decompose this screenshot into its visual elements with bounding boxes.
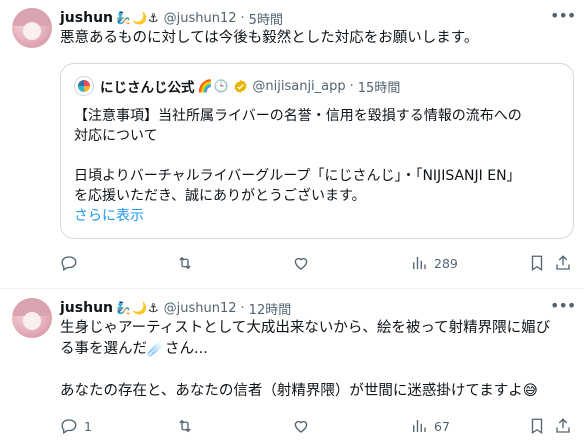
bookmark-button[interactable] — [528, 253, 546, 273]
quoted-author-avatar — [74, 76, 94, 96]
author-name-emojis: 🧞🌙⚓ — [116, 11, 160, 25]
share-icon — [556, 418, 570, 433]
quoted-text-line: 日頃よりバーチャルライバーグループ「にじさんじ」・「NIJISANJI EN」 — [74, 168, 521, 184]
author-name[interactable]: jushun — [60, 300, 113, 316]
quoted-text-line: 【注意事項】当社所属ライバーの名誉・信用を毀損する情報の流布への — [74, 108, 522, 124]
quoted-tweet[interactable]: にじさんじ公式 🌈🕒 @nijisanji_app · 15時間 【注意事項】当… — [60, 63, 574, 239]
show-more-link[interactable]: さらに表示 — [74, 206, 566, 226]
views-icon — [413, 420, 426, 432]
quoted-text-line: 対応について — [74, 128, 158, 144]
more-options-icon[interactable]: ••• — [550, 298, 576, 316]
views-button[interactable]: 289 — [410, 253, 458, 273]
quoted-author-name: にじさんじ公式 — [100, 80, 195, 96]
like-icon — [294, 420, 308, 433]
author-name[interactable]: jushun — [60, 10, 113, 26]
bookmark-button[interactable] — [528, 416, 546, 436]
views-count: 289 — [434, 255, 458, 271]
tweet-header: jushun 🧞🌙⚓ @jushun12 · 12時間 — [60, 298, 291, 318]
reply-button[interactable]: 1 — [60, 416, 92, 436]
retweet-icon — [179, 256, 191, 270]
like-button[interactable] — [292, 416, 316, 436]
quoted-text-line: を応援いただき、誠にありがとうございます。 — [74, 188, 366, 204]
tweet-text: 悪意あるものに対しては今後も毅然とした対応をお願いします。 — [60, 30, 479, 46]
reply-icon — [61, 419, 77, 434]
views-count: 67 — [434, 418, 450, 434]
author-handle[interactable]: @jushun12 — [164, 301, 237, 316]
more-options-icon[interactable]: ••• — [550, 8, 576, 26]
timestamp[interactable]: 12時間 — [249, 299, 292, 318]
tweet-actions: 1 67 — [60, 416, 574, 436]
reply-icon — [61, 256, 77, 271]
tweet[interactable]: jushun 🧞🌙⚓ @jushun12 · 12時間 ••• 生身じゃアーティ… — [0, 290, 584, 448]
author-name-emojis: 🧞🌙⚓ — [116, 301, 160, 315]
views-icon — [413, 257, 426, 269]
retweet-button[interactable] — [176, 253, 200, 273]
separator-dot: · — [240, 10, 245, 26]
quoted-timestamp: 15時間 — [357, 80, 401, 96]
retweet-button[interactable] — [176, 416, 200, 436]
bookmark-icon — [531, 255, 543, 272]
verified-badge-icon — [234, 79, 247, 93]
tweet-text-blank-line — [60, 360, 574, 381]
views-button[interactable]: 67 — [410, 416, 450, 436]
tweet-text-line: る事を選んだ☄️さん... — [60, 341, 208, 357]
tweet-text: 生身じゃアーティストとして大成出来ないから、絵を被って射精界隈に媚び る事を選ん… — [60, 318, 574, 402]
quoted-text-blank-line — [74, 146, 566, 166]
reply-count: 1 — [84, 418, 92, 434]
retweet-icon — [179, 419, 191, 433]
quoted-author-handle: @nijisanji_app — [252, 78, 346, 94]
like-button[interactable] — [292, 253, 316, 273]
like-icon — [294, 257, 308, 270]
tweet-text-line: あなたの存在と、あなたの信者（射精界隈）が世間に迷惑掛けてますよ😅 — [60, 383, 538, 399]
separator-dot: · — [240, 300, 245, 316]
separator-dot: · — [349, 78, 354, 94]
tweet[interactable]: jushun 🧞🌙⚓ @jushun12 · 5時間 ••• 悪意あるものに対し… — [0, 0, 584, 289]
author-avatar[interactable] — [12, 298, 52, 338]
share-button[interactable] — [554, 416, 572, 436]
author-handle[interactable]: @jushun12 — [164, 11, 237, 26]
tweet-actions: 289 — [60, 253, 574, 273]
timestamp[interactable]: 5時間 — [249, 9, 283, 28]
share-button[interactable] — [554, 253, 572, 273]
author-avatar[interactable] — [12, 8, 52, 48]
bookmark-icon — [531, 418, 543, 435]
quoted-tweet-text: 【注意事項】当社所属ライバーの名誉・信用を毀損する情報の流布への 対応について … — [74, 106, 566, 226]
tweet-text-line: 生身じゃアーティストとして大成出来ないから、絵を被って射精界隈に媚び — [60, 320, 551, 336]
tweet-header: jushun 🧞🌙⚓ @jushun12 · 5時間 — [60, 8, 283, 28]
quoted-author-name-emojis: 🌈🕒 — [197, 79, 230, 93]
quoted-tweet-header: にじさんじ公式 🌈🕒 @nijisanji_app · 15時間 — [100, 76, 401, 97]
reply-button[interactable] — [60, 253, 84, 273]
share-icon — [556, 255, 570, 270]
